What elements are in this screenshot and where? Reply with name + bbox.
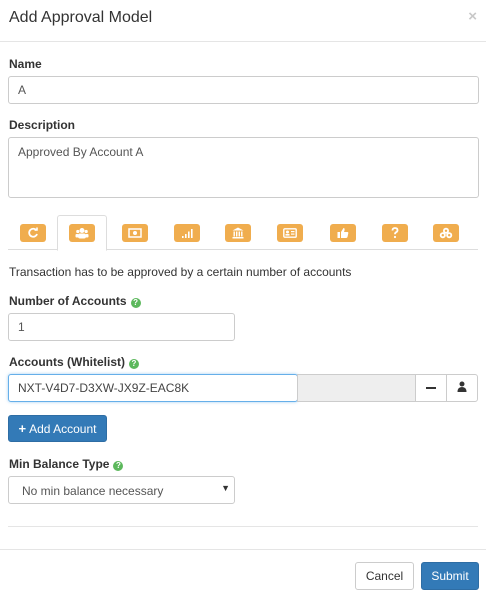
help-icon[interactable]: ? bbox=[129, 359, 139, 369]
close-icon[interactable]: × bbox=[468, 8, 477, 25]
min-balance-label-text: Min Balance Type bbox=[9, 457, 110, 471]
user-icon bbox=[457, 381, 467, 395]
plus-icon: + bbox=[18, 421, 27, 436]
id-card-icon bbox=[277, 223, 303, 242]
add-account-label: Add Account bbox=[29, 421, 97, 436]
num-accounts-label-text: Number of Accounts bbox=[9, 294, 127, 308]
add-account-button[interactable]: + Add Account bbox=[8, 415, 107, 442]
money-icon bbox=[122, 223, 148, 242]
users-icon bbox=[69, 224, 95, 242]
min-balance-select[interactable]: No min balance necessary ▼ bbox=[8, 476, 235, 504]
whitelist-label: Accounts (Whitelist)? bbox=[9, 355, 139, 369]
tab-id-card[interactable] bbox=[265, 215, 315, 250]
num-accounts-label: Number of Accounts? bbox=[9, 294, 141, 308]
question-icon bbox=[382, 223, 408, 242]
name-label: Name bbox=[9, 57, 42, 71]
footer-divider bbox=[0, 549, 486, 550]
tab-bank[interactable] bbox=[213, 215, 263, 250]
whitelist-label-text: Accounts (Whitelist) bbox=[9, 355, 125, 369]
min-balance-selected: No min balance necessary bbox=[22, 484, 164, 498]
thumbs-up-icon bbox=[330, 223, 356, 242]
tab-thumbs-up[interactable] bbox=[318, 215, 368, 250]
form-divider bbox=[8, 526, 478, 527]
tab-coins[interactable] bbox=[421, 215, 471, 250]
tab-description: Transaction has to be approved by a cert… bbox=[9, 265, 352, 279]
submit-button[interactable]: Submit bbox=[421, 562, 479, 590]
num-accounts-input[interactable] bbox=[8, 313, 235, 341]
remove-account-button[interactable] bbox=[415, 374, 447, 402]
account-info-field bbox=[297, 374, 416, 402]
help-icon[interactable]: ? bbox=[130, 298, 141, 308]
help-icon[interactable]: ? bbox=[113, 461, 124, 471]
bank-icon bbox=[225, 223, 251, 242]
min-balance-label: Min Balance Type? bbox=[9, 457, 124, 471]
cancel-button[interactable]: Cancel bbox=[355, 562, 414, 590]
modal-title: Add Approval Model bbox=[9, 9, 153, 26]
minus-icon bbox=[426, 387, 436, 389]
modal-header: Add Approval Model × bbox=[0, 0, 486, 42]
signal-icon bbox=[174, 223, 200, 242]
tab-users[interactable] bbox=[57, 215, 107, 251]
name-input[interactable] bbox=[8, 76, 479, 104]
tab-signal[interactable] bbox=[162, 215, 212, 250]
coins-icon bbox=[433, 223, 459, 242]
select-contact-button[interactable] bbox=[446, 374, 478, 402]
tab-question[interactable] bbox=[370, 215, 420, 250]
caret-down-icon: ▼ bbox=[221, 483, 230, 493]
whitelist-account-input[interactable] bbox=[8, 374, 298, 402]
tab-refresh[interactable] bbox=[8, 215, 58, 250]
description-textarea[interactable]: Approved By Account A bbox=[8, 137, 479, 198]
description-label: Description bbox=[9, 118, 76, 132]
refresh-icon bbox=[20, 223, 46, 242]
model-type-tabs bbox=[8, 213, 478, 251]
tab-money[interactable] bbox=[110, 215, 160, 250]
